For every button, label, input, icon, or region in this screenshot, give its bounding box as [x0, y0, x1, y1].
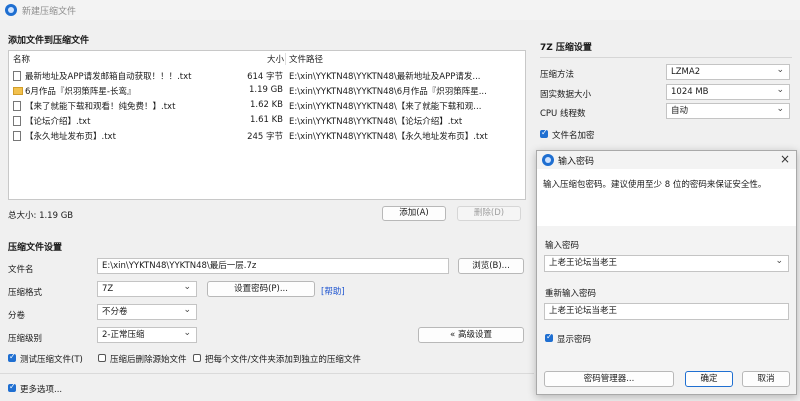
text-file-icon — [13, 71, 21, 81]
method-select[interactable]: LZMA2 — [666, 64, 790, 80]
text-file-icon — [13, 101, 21, 111]
help-link[interactable]: [帮助] — [321, 285, 345, 297]
level-select[interactable]: 2-正常压缩 — [97, 327, 197, 343]
separate-archives-checkbox[interactable] — [193, 354, 201, 362]
archive-heading: 压缩文件设置 — [8, 243, 63, 253]
test-archive-label[interactable]: 测试压缩文件(T) — [20, 353, 83, 365]
divider — [0, 373, 534, 374]
text-file-icon — [13, 131, 21, 141]
file-name: 最新地址及APP请发邮箱自动获取！！！.txt — [25, 72, 192, 82]
level-label: 压缩级别 — [8, 334, 43, 344]
password-manager-button[interactable]: 密码管理器... — [544, 371, 674, 387]
password-dialog: 输入密码 × 输入压缩包密码。建议使用至少 8 位的密码来保证安全性。 输入密码… — [536, 150, 797, 395]
file-size: 1.61 KB — [249, 115, 283, 125]
format-label: 压缩格式 — [8, 288, 43, 298]
column-path[interactable]: 文件路径 — [289, 53, 323, 65]
reenter-password-label: 重新输入密码 — [545, 289, 597, 299]
advanced-settings-button[interactable]: « 高级设置 — [418, 327, 524, 343]
format-select[interactable]: 7Z — [97, 281, 197, 297]
file-row[interactable]: 【永久地址发布页】.txt 245 字节 E:\xin\YYKTN48\YYKT… — [9, 128, 525, 143]
dialog-logo-icon — [542, 154, 554, 166]
file-size: 1.19 GB — [248, 85, 283, 95]
column-divider — [285, 53, 286, 65]
column-name[interactable]: 名称 — [13, 53, 30, 65]
settings-heading: 7Z 压缩设置 — [540, 43, 592, 53]
total-size: 总大小: 1.19 GB — [8, 211, 74, 221]
file-size: 1.62 KB — [249, 100, 283, 110]
file-size: 614 字节 — [247, 72, 283, 82]
encrypt-names-checkbox[interactable] — [540, 128, 548, 138]
reenter-password-input[interactable]: 上老王论坛当老王 — [544, 303, 789, 320]
files-heading: 添加文件到压缩文件 — [8, 36, 90, 46]
file-size: 245 字节 — [247, 132, 283, 142]
file-row[interactable]: 【来了就能下载和观看！纯免费！】.txt 1.62 KB E:\xin\YYKT… — [9, 98, 525, 113]
folder-icon — [13, 87, 23, 95]
file-name: 6月作品『炽羽策阵星-长鸾』 — [25, 87, 136, 97]
browse-button[interactable]: 浏览(B)... — [458, 258, 524, 274]
split-select[interactable]: 不分卷 — [97, 304, 197, 320]
file-row[interactable]: 【论坛介绍】.txt 1.61 KB E:\xin\YYKTN48\YYKTN4… — [9, 113, 525, 128]
divider — [540, 57, 792, 58]
file-path: E:\xin\YYKTN48\YYKTN48\最新地址及APP请发... — [289, 72, 481, 82]
split-label: 分卷 — [8, 311, 26, 321]
delete-after-label[interactable]: 压缩后删除源始文件 — [110, 353, 187, 365]
file-name: 【来了就能下载和观看！纯免费！】.txt — [25, 102, 176, 112]
dialog-instruction: 输入压缩包密码。建议使用至少 8 位的密码来保证安全性。 — [543, 180, 767, 190]
encrypt-names-label[interactable]: 文件名加密 — [552, 129, 595, 141]
title-bar: 新建压缩文件 — [0, 0, 800, 20]
set-password-button[interactable]: 设置密码(P)... — [207, 281, 315, 297]
window-title: 新建压缩文件 — [22, 7, 77, 17]
separate-archives-label[interactable]: 把每个文件/文件夹添加到独立的压缩文件 — [205, 353, 361, 365]
delete-after-checkbox[interactable] — [98, 354, 106, 362]
column-size[interactable]: 大小 — [267, 53, 284, 65]
cancel-button[interactable]: 取消 — [742, 371, 790, 387]
dictionary-label: 固实数据大小 — [540, 90, 592, 100]
dialog-title-bar: 输入密码 × — [537, 151, 796, 170]
dialog-instruction-area: 输入压缩包密码。建议使用至少 8 位的密码来保证安全性。 — [537, 169, 796, 226]
test-archive-checkbox[interactable] — [8, 352, 16, 362]
enter-password-input[interactable]: 上老王论坛当老王 — [544, 255, 789, 272]
more-options-label[interactable]: 更多选项... — [20, 383, 62, 395]
file-row[interactable]: 6月作品『炽羽策阵星-长鸾』 1.19 GB E:\xin\YYKTN48\YY… — [9, 83, 525, 98]
file-path: E:\xin\YYKTN48\YYKTN48\6月作品『炽羽策阵星... — [289, 87, 487, 97]
threads-label: CPU 线程数 — [540, 109, 586, 119]
file-path: E:\xin\YYKTN48\YYKTN48\【论坛介绍】.txt — [289, 117, 463, 127]
app-logo-icon — [5, 4, 17, 16]
file-row[interactable]: 最新地址及APP请发邮箱自动获取！！！.txt 614 字节 E:\xin\YY… — [9, 68, 525, 83]
text-file-icon — [13, 116, 21, 126]
file-name: 【永久地址发布页】.txt — [25, 132, 116, 142]
threads-select[interactable]: 自动 — [666, 103, 790, 119]
file-list[interactable]: 名称 大小 文件路径 最新地址及APP请发邮箱自动获取！！！.txt 614 字… — [8, 50, 526, 200]
close-icon[interactable]: × — [780, 152, 790, 166]
filename-label: 文件名 — [8, 265, 34, 275]
file-name: 【论坛介绍】.txt — [25, 117, 91, 127]
delete-button[interactable]: 删除(D) — [457, 206, 521, 221]
method-label: 压缩方法 — [540, 70, 575, 80]
dictionary-select[interactable]: 1024 MB — [666, 84, 790, 100]
file-path: E:\xin\YYKTN48\YYKTN48\【来了就能下载和观... — [289, 102, 482, 112]
ok-button[interactable]: 确定 — [685, 371, 733, 387]
enter-password-label: 输入密码 — [545, 241, 580, 251]
add-button[interactable]: 添加(A) — [382, 206, 446, 221]
filename-input[interactable]: E:\xin\YYKTN48\YYKTN48\最后一层.7z — [97, 258, 449, 274]
more-options-checkbox[interactable] — [8, 382, 16, 392]
show-password-label[interactable]: 显示密码 — [557, 333, 591, 345]
dialog-title: 输入密码 — [558, 157, 595, 167]
file-path: E:\xin\YYKTN48\YYKTN48\【永久地址发布页】.txt — [289, 132, 488, 142]
show-password-checkbox[interactable] — [545, 332, 553, 342]
